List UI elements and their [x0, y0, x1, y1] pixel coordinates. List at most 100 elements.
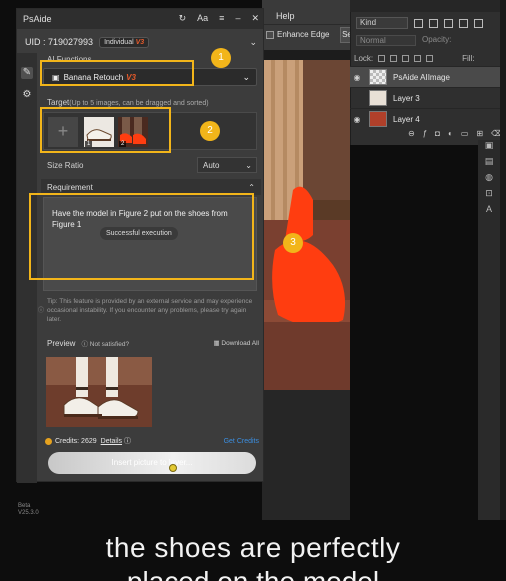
help-icon: ⓘ: [81, 341, 88, 348]
layer-thumbnail: [369, 69, 387, 85]
preview-header: Preview ⓘ Not satisfied? ▦ Download All: [47, 337, 259, 349]
transform-icon[interactable]: ⊡: [478, 188, 500, 204]
chevron-down-icon: ⌄: [242, 71, 250, 82]
refresh-icon[interactable]: ↻: [179, 13, 187, 24]
character-icon[interactable]: A: [478, 204, 500, 220]
version-text: V25.3.0: [18, 510, 39, 516]
properties-icon[interactable]: ▤: [478, 156, 500, 172]
not-satisfied-link[interactable]: ⓘ Not satisfied?: [81, 338, 129, 348]
close-icon[interactable]: ✕: [251, 13, 259, 24]
title-actions: ↻ Aa ≡ – ✕: [179, 13, 259, 24]
font-size-icon[interactable]: Aa: [197, 13, 208, 24]
target-hint: (Up to 5 images, can be dragged and sort…: [69, 100, 209, 107]
layer-thumbnail: [369, 90, 387, 106]
size-ratio-value: Auto: [203, 160, 220, 170]
kind-filter-select[interactable]: Kind: [356, 17, 408, 29]
uid-text: UID : 719027993: [25, 37, 94, 47]
target-label-row: Target(Up to 5 images, can be dragged an…: [47, 98, 209, 107]
version-label: Beta V25.3.0: [18, 503, 39, 517]
download-all-text: Download All: [221, 340, 259, 347]
blend-mode-select[interactable]: Normal: [356, 35, 416, 46]
step-badge-2: 2: [200, 121, 220, 141]
screen: Help Enhance Edge Se Kind Normal Opacity…: [0, 0, 506, 581]
plan-name: Individual: [104, 38, 134, 46]
lock-all-icon[interactable]: [426, 54, 434, 62]
download-icon: ▦: [213, 340, 220, 347]
plan-version: V3: [135, 38, 145, 46]
info-icon: ⓘ: [124, 438, 132, 445]
smart-filter-icon[interactable]: [474, 18, 483, 28]
mask-icon[interactable]: ◘: [435, 129, 440, 138]
tip-text: ⓘ Tip: This feature is provided by an ex…: [38, 297, 259, 324]
credits-text: Credits: 2629: [55, 437, 97, 445]
enhance-edge-checkbox[interactable]: [266, 30, 274, 39]
history-icon[interactable]: ▣: [478, 140, 500, 156]
canvas-image[interactable]: [263, 60, 350, 390]
edit-icon[interactable]: ✎: [21, 67, 33, 79]
pixel-filter-icon[interactable]: [414, 18, 423, 28]
step-badge-1: 1: [211, 48, 231, 68]
requirement-label: Requirement: [47, 182, 93, 192]
chevron-down-icon[interactable]: ⌄: [249, 37, 257, 48]
video-subtitle: the shoes are perfectly: [105, 532, 401, 563]
shape-filter-icon[interactable]: [459, 18, 468, 28]
mouse-cursor-icon: [169, 464, 177, 472]
menu-help[interactable]: Help: [276, 11, 295, 21]
layer-name: Layer 3: [393, 93, 420, 103]
layers-tabbar: [350, 0, 500, 12]
layer-name: Layer 4: [393, 114, 420, 124]
blend-row: Normal Opacity:: [356, 35, 496, 47]
layer-row[interactable]: Layer 3: [350, 87, 500, 108]
visibility-eye-icon[interactable]: ◉: [350, 73, 364, 82]
beta-text: Beta: [18, 503, 31, 509]
adjustment-icon[interactable]: ◐: [448, 129, 453, 138]
insert-to-layer-button[interactable]: Insert picture to layer...: [48, 452, 256, 474]
chevron-up-icon: ⌃: [248, 182, 255, 192]
layer-filter-row: Kind: [356, 16, 496, 30]
preview-thumbnail[interactable]: [46, 357, 152, 427]
layer-name: PsAide AIImage: [393, 72, 450, 82]
canvas-image-art: [263, 60, 350, 390]
not-satisfied-text: Not satisfied?: [89, 341, 130, 348]
preview-label: Preview: [47, 338, 76, 348]
panel-icon-strip: ▣ ▤ ◍ ⊡ A: [478, 140, 500, 520]
tip-body: Tip: This feature is provided by an exte…: [47, 298, 253, 323]
video-subtitle-line2: placed on the model: [0, 566, 506, 581]
size-ratio-select[interactable]: Auto ⌄: [197, 157, 257, 173]
type-filter-icon[interactable]: [444, 18, 453, 28]
download-all-button[interactable]: ▦ Download All: [213, 339, 259, 347]
settings-gear-icon[interactable]: ⚙: [21, 89, 33, 101]
target-label: Target: [47, 98, 70, 107]
fill-label: Fill:: [462, 53, 475, 63]
highlight-box-2: [40, 107, 171, 153]
lock-label: Lock:: [354, 53, 374, 63]
chevron-down-icon: ⌄: [245, 160, 252, 170]
menu-icon[interactable]: ≡: [219, 13, 224, 24]
size-ratio-label: Size Ratio: [47, 161, 84, 170]
group-icon[interactable]: ▭: [461, 129, 469, 138]
new-layer-icon[interactable]: ⊞: [476, 129, 483, 138]
details-link[interactable]: Details: [101, 438, 122, 445]
enhance-edge-option[interactable]: Enhance Edge: [266, 30, 330, 39]
step-badge-3: 3: [283, 233, 303, 253]
plugin-title: PsAide: [23, 14, 52, 24]
highlight-box-3: [29, 193, 254, 280]
lock-pixels-icon[interactable]: [378, 54, 386, 62]
adjustment-filter-icon[interactable]: [429, 18, 438, 28]
lock-paint-icon[interactable]: [390, 54, 398, 62]
minimize-icon[interactable]: –: [235, 13, 240, 24]
info-icon: ⓘ: [38, 308, 45, 314]
plugin-titlebar: PsAide ↻ Aa ≡ – ✕: [17, 9, 263, 29]
visibility-eye-icon[interactable]: ◉: [350, 115, 364, 124]
lock-position-icon[interactable]: [402, 54, 410, 62]
layer-row[interactable]: ◉ PsAide AIImage: [350, 66, 500, 87]
get-credits-link[interactable]: Get Credits: [224, 438, 259, 445]
link-layers-icon[interactable]: ⊖: [408, 129, 415, 138]
color-icon[interactable]: ◍: [478, 172, 500, 188]
right-scrollbar[interactable]: [500, 0, 506, 520]
layers-footer: ⊖ ƒ ◘ ◐ ▭ ⊞ ⌫: [350, 125, 502, 141]
opacity-label: Opacity:: [422, 35, 452, 44]
lock-artboard-icon[interactable]: [414, 54, 422, 62]
canvas-pasteboard: [262, 390, 350, 520]
fx-icon[interactable]: ƒ: [423, 129, 427, 138]
